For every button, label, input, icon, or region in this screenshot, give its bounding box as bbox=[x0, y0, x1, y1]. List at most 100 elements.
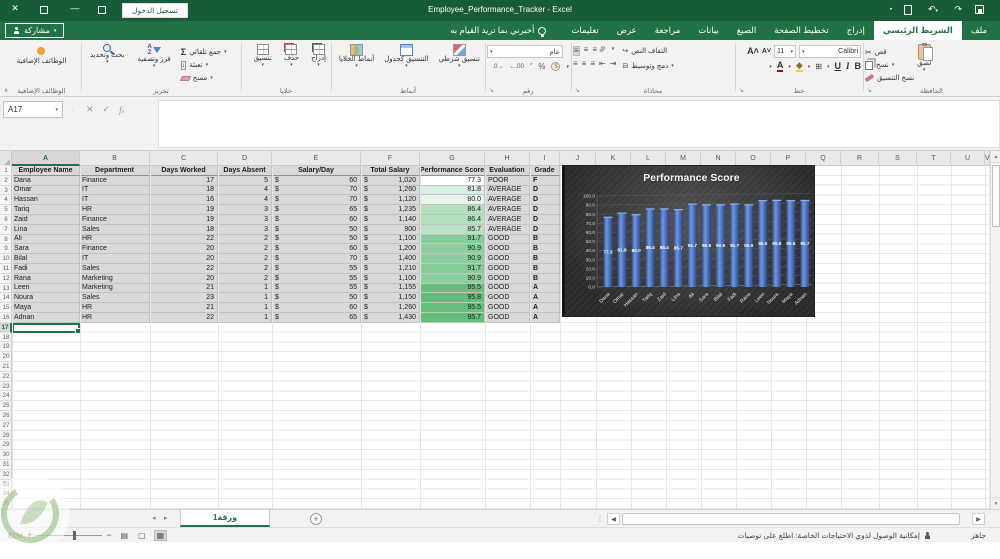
sheet-tab-active[interactable]: ورقة1 bbox=[180, 510, 270, 527]
name-box[interactable]: A17 ▾ bbox=[3, 101, 63, 118]
cell-name[interactable]: Adnan bbox=[12, 313, 80, 323]
cell-evaluation[interactable]: POOR bbox=[485, 176, 530, 186]
cell-department[interactable]: HR bbox=[80, 205, 150, 215]
cell-total-salary[interactable]: $1,100 bbox=[361, 235, 420, 245]
row-number-9[interactable]: 9 bbox=[0, 244, 12, 254]
cell-total-salary[interactable]: $1,120 bbox=[361, 195, 420, 205]
header-cell[interactable]: Employee Name bbox=[12, 166, 80, 176]
vertical-scroll-thumb[interactable] bbox=[992, 165, 1000, 227]
row-number-20[interactable]: 20 bbox=[0, 352, 12, 362]
cell-name[interactable]: Bilal bbox=[12, 254, 80, 264]
header-cell[interactable]: Days Absent bbox=[218, 166, 272, 176]
header-cell[interactable]: Department bbox=[80, 166, 150, 176]
add-sheet-icon[interactable]: + bbox=[310, 513, 322, 525]
column-header-B[interactable]: B bbox=[80, 151, 150, 166]
cell-evaluation[interactable]: GOOD bbox=[485, 244, 530, 254]
cell-days-worked[interactable]: 20 bbox=[150, 274, 218, 284]
cell-days-worked[interactable]: 21 bbox=[150, 284, 218, 294]
cell-score[interactable]: 85.7 bbox=[420, 225, 485, 235]
alignment-dialog-launcher-icon[interactable]: ↘ bbox=[575, 87, 580, 94]
cell-salary-day[interactable]: $55 bbox=[272, 264, 361, 274]
conditional-formatting-button[interactable]: تنسيق شرطي▾ bbox=[436, 43, 483, 71]
new-document-icon[interactable] bbox=[904, 5, 912, 15]
cell-days-worked[interactable]: 22 bbox=[150, 313, 218, 323]
row-number-22[interactable]: 22 bbox=[0, 372, 12, 382]
row-number-24[interactable]: 24 bbox=[0, 391, 12, 401]
zoom-slider-handle[interactable] bbox=[73, 531, 76, 540]
cell-name[interactable]: Tariq bbox=[12, 205, 80, 215]
column-header-K[interactable]: K bbox=[596, 151, 631, 166]
bold-button[interactable]: B bbox=[855, 62, 862, 71]
formula-input[interactable] bbox=[158, 100, 1000, 148]
cell-days-worked[interactable]: 18 bbox=[150, 186, 218, 196]
row-number-26[interactable]: 26 bbox=[0, 411, 12, 421]
cell-evaluation[interactable]: AVERAGE bbox=[485, 195, 530, 205]
cell-department[interactable]: Finance bbox=[80, 215, 150, 225]
clear-button[interactable]: مسح▾ bbox=[181, 72, 227, 84]
paste-button[interactable]: لصق▾ bbox=[914, 43, 934, 84]
cell-grade[interactable]: D bbox=[530, 215, 560, 225]
sort-filter-button[interactable]: AZفرز وتصفية▾ bbox=[134, 43, 173, 84]
cell-evaluation[interactable]: AVERAGE bbox=[485, 225, 530, 235]
cell-salary-day[interactable]: $70 bbox=[272, 195, 361, 205]
insert-function-icon[interactable]: fx bbox=[119, 105, 124, 115]
cell-days-absent[interactable]: 1 bbox=[218, 293, 272, 303]
cell-days-worked[interactable]: 20 bbox=[150, 244, 218, 254]
cell-score[interactable]: 95.8 bbox=[420, 293, 485, 303]
cell-evaluation[interactable]: GOOD bbox=[485, 284, 530, 294]
cell-days-absent[interactable]: 5 bbox=[218, 176, 272, 186]
cell-days-worked[interactable]: 21 bbox=[150, 303, 218, 313]
redo-icon[interactable]: ↷ bbox=[954, 4, 962, 15]
cell-days-absent[interactable]: 3 bbox=[218, 215, 272, 225]
cell-evaluation[interactable]: AVERAGE bbox=[485, 205, 530, 215]
cell-days-absent[interactable]: 2 bbox=[218, 235, 272, 245]
cell-evaluation[interactable]: GOOD bbox=[485, 303, 530, 313]
decrease-indent-icon[interactable]: ⇤ bbox=[599, 60, 606, 68]
cell-name[interactable]: Lina bbox=[12, 225, 80, 235]
column-header-P[interactable]: P bbox=[771, 151, 806, 166]
cell-total-salary[interactable]: $1,150 bbox=[361, 293, 420, 303]
cell-salary-day[interactable]: $70 bbox=[272, 186, 361, 196]
cell-styles-button[interactable]: أنماط الخلايا▾ bbox=[336, 43, 377, 71]
tab-تخطيط الصفحة[interactable]: تخطيط الصفحة bbox=[765, 21, 838, 40]
cell-evaluation[interactable]: AVERAGE bbox=[485, 186, 530, 196]
cell-score[interactable]: 95.5 bbox=[420, 284, 485, 294]
underline-menu-icon[interactable]: ▾ bbox=[827, 64, 830, 70]
cell-total-salary[interactable]: $1,260 bbox=[361, 186, 420, 196]
italic-button[interactable]: I bbox=[846, 62, 850, 71]
cell-salary-day[interactable]: $65 bbox=[272, 205, 361, 215]
cell-days-worked[interactable]: 16 bbox=[150, 195, 218, 205]
cell-department[interactable]: Finance bbox=[80, 244, 150, 254]
row-number-5[interactable]: 5 bbox=[0, 205, 12, 215]
undo-icon[interactable]: ↶▾ bbox=[928, 4, 938, 15]
increase-decimal-icon[interactable]: ←.00 bbox=[509, 64, 523, 70]
find-select-button[interactable]: بحث وتحديد▾ bbox=[87, 43, 127, 84]
tab-عرض[interactable]: عرض bbox=[608, 21, 646, 40]
currency-icon[interactable]: $ bbox=[551, 62, 560, 71]
cell-total-salary[interactable]: $1,235 bbox=[361, 205, 420, 215]
font-color-menu-icon[interactable]: ▾ bbox=[769, 64, 772, 70]
align-top-icon[interactable]: ≡ bbox=[584, 46, 589, 56]
selected-cell-A17[interactable] bbox=[12, 323, 80, 333]
cell-evaluation[interactable]: AVERAGE bbox=[485, 215, 530, 225]
row-number-32[interactable]: 32 bbox=[0, 470, 12, 480]
font-dialog-launcher-icon[interactable]: ↘ bbox=[739, 87, 744, 94]
cell-salary-day[interactable]: $60 bbox=[272, 215, 361, 225]
cell-days-worked[interactable]: 17 bbox=[150, 176, 218, 186]
orientation-menu-icon[interactable]: ▾ bbox=[612, 46, 615, 56]
cell-name[interactable]: Fadi bbox=[12, 264, 80, 274]
fill-button[interactable]: ↓تعبئة▾ bbox=[181, 59, 227, 71]
cell-grade[interactable]: B bbox=[530, 235, 560, 245]
row-number-35[interactable]: 35 bbox=[0, 499, 12, 509]
tab-تعليمات[interactable]: تعليمات bbox=[562, 21, 607, 40]
row-number-19[interactable]: 19 bbox=[0, 342, 12, 352]
cell-grade[interactable]: D bbox=[530, 205, 560, 215]
align-left-icon[interactable]: ≡ bbox=[573, 60, 578, 68]
cell-total-salary[interactable]: $1,020 bbox=[361, 176, 420, 186]
row-number-11[interactable]: 11 bbox=[0, 264, 12, 274]
header-cell[interactable]: Salary/Day bbox=[272, 166, 361, 176]
column-header-H[interactable]: H bbox=[485, 151, 530, 166]
cell-score[interactable]: 90.9 bbox=[420, 244, 485, 254]
tab-مراجعة[interactable]: مراجعة bbox=[646, 21, 690, 40]
tab-ملف[interactable]: ملف bbox=[962, 21, 996, 40]
